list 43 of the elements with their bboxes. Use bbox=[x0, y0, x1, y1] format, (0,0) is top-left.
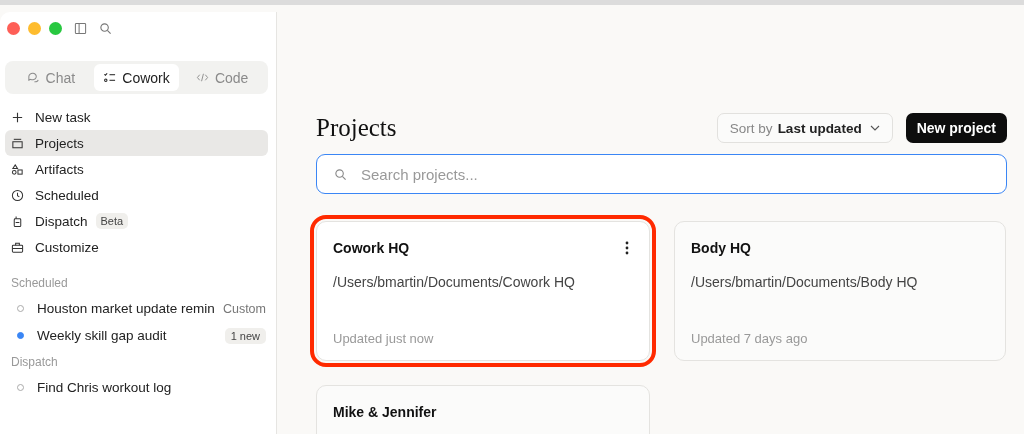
checklist-icon bbox=[103, 71, 117, 84]
folder-tray-icon bbox=[11, 136, 24, 150]
briefcase-icon bbox=[11, 240, 24, 254]
section-heading: Dispatch bbox=[10, 355, 59, 369]
page-title: Projects bbox=[316, 114, 398, 142]
project-name: Cowork HQ bbox=[333, 240, 410, 256]
nav-item[interactable]: New task bbox=[5, 104, 268, 130]
project-card[interactable]: Mike & Jennifer bbox=[316, 385, 650, 434]
plus-icon bbox=[11, 110, 24, 124]
beta-badge: Beta bbox=[95, 213, 129, 229]
nav-item[interactable]: Customize bbox=[5, 234, 268, 260]
maximize-button[interactable] bbox=[49, 22, 62, 35]
sort-dropdown[interactable]: Sort by Last updated bbox=[716, 113, 893, 143]
clock-icon bbox=[11, 188, 24, 202]
task-item[interactable]: Find Chris workout log bbox=[5, 374, 268, 401]
sidebar-toggle-icon[interactable] bbox=[74, 22, 87, 35]
chevron-down-icon bbox=[869, 125, 880, 131]
nav-item[interactable]: Projects bbox=[5, 130, 268, 156]
chat-bubbles-icon bbox=[26, 71, 40, 84]
updated-time: Updated just now bbox=[333, 331, 435, 346]
project-path: /Users/bmartin/Documents/Body HQ bbox=[691, 274, 919, 290]
nav-item[interactable]: Scheduled bbox=[5, 182, 268, 208]
search-icon[interactable] bbox=[99, 22, 112, 35]
nav-item[interactable]: Artifacts bbox=[5, 156, 268, 182]
project-name: Mike & Jennifer bbox=[333, 404, 437, 420]
walkie-talkie-icon bbox=[11, 214, 24, 228]
project-path: /Users/bmartin/Documents/Cowork HQ bbox=[333, 274, 576, 290]
more-options-icon[interactable] bbox=[625, 241, 629, 255]
project-card[interactable]: Body HQ /Users/bmartin/Documents/Body HQ Updated 7 days ago bbox=[674, 221, 1006, 361]
code-brackets-icon bbox=[195, 71, 209, 84]
mode-tab[interactable]: Cowork bbox=[93, 64, 180, 91]
section-heading: Scheduled bbox=[10, 276, 69, 290]
search-field[interactable]: Search projects... bbox=[316, 154, 1007, 194]
new-count-badge: 1 new bbox=[224, 327, 266, 344]
project-name: Body HQ bbox=[691, 240, 751, 256]
schedule-label: Custom bbox=[222, 301, 266, 316]
close-button[interactable] bbox=[7, 22, 20, 35]
shapes-icon bbox=[11, 162, 24, 176]
nav-item[interactable]: Dispatch Beta bbox=[5, 208, 268, 234]
task-item[interactable]: Weekly skill gap audit 1 new bbox=[5, 322, 268, 349]
updated-time: Updated 7 days ago bbox=[691, 331, 809, 346]
task-item[interactable]: Houston market update remin Custom bbox=[5, 295, 268, 322]
new-project-button[interactable]: New project bbox=[905, 113, 1007, 143]
